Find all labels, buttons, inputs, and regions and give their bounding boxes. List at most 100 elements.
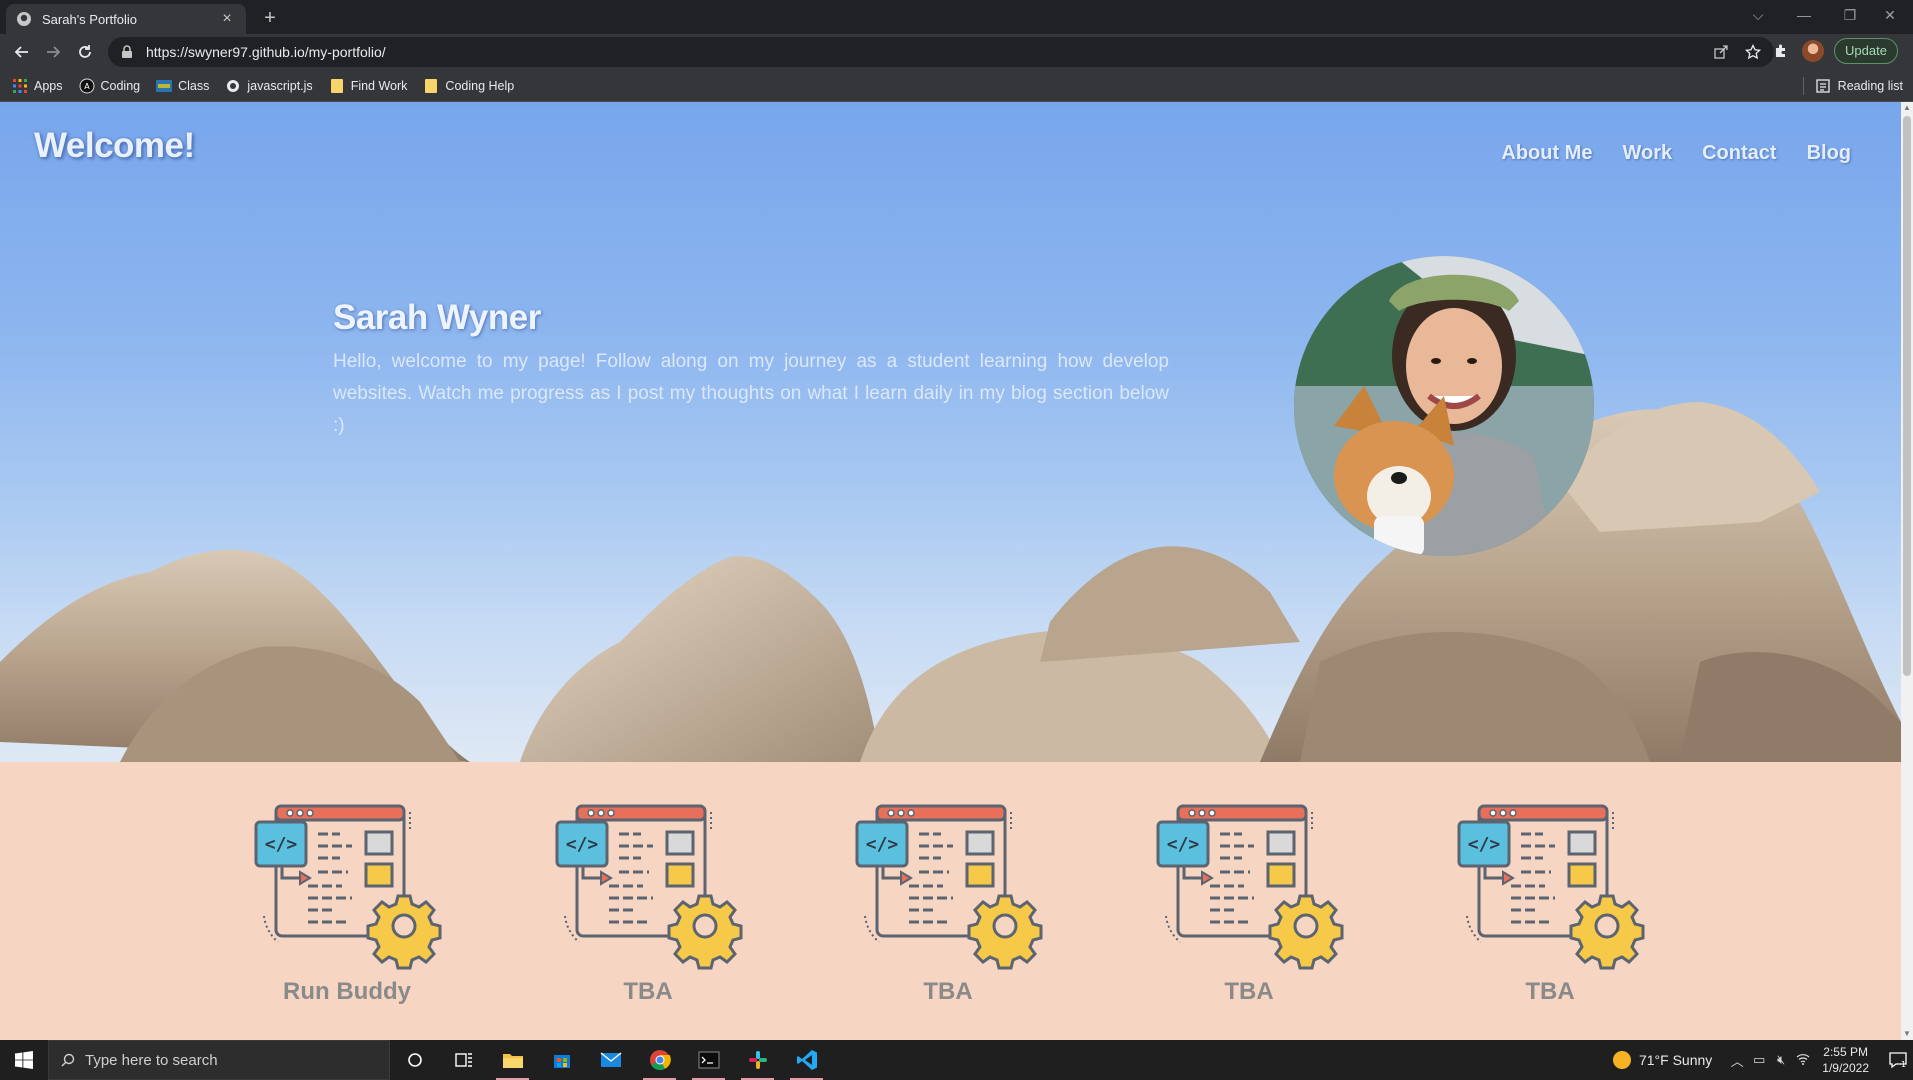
bookmark-find-work[interactable]: Find Work — [329, 78, 408, 94]
wifi-icon[interactable] — [1792, 1053, 1814, 1068]
clock[interactable]: 2:55 PM 1/9/2022 — [1822, 1044, 1869, 1076]
bookmark-coding[interactable]: A Coding — [79, 78, 140, 94]
apps-grid-icon — [12, 78, 28, 94]
nav-work[interactable]: Work — [1622, 142, 1672, 165]
web-development-icon: </> — [1156, 804, 1344, 970]
taskbar-search[interactable]: Type here to search — [48, 1040, 390, 1080]
project-title[interactable]: TBA — [843, 978, 1053, 1006]
slack-icon[interactable] — [733, 1040, 782, 1080]
weather-text: 71°F Sunny — [1638, 1052, 1713, 1068]
project-title[interactable]: TBA — [543, 978, 753, 1006]
url-text[interactable]: https://swyner97.github.io/my-portfolio/ — [146, 44, 1710, 60]
close-tab-icon[interactable]: × — [218, 10, 236, 28]
cortana-icon[interactable] — [390, 1040, 439, 1080]
bookmark-label: Class — [178, 78, 210, 93]
task-view-icon[interactable] — [439, 1040, 488, 1080]
bookmark-star-icon[interactable] — [1742, 41, 1764, 63]
nav-contact[interactable]: Contact — [1702, 142, 1776, 165]
project-title[interactable]: TBA — [1144, 978, 1354, 1006]
svg-text:A: A — [84, 82, 90, 91]
project-card[interactable]: </> TBA — [1144, 798, 1354, 1006]
tab-search-icon[interactable]: ⌵ — [1735, 0, 1781, 30]
bookmark-javascript[interactable]: javascript.js — [225, 78, 313, 94]
extensions-icon[interactable] — [1770, 40, 1792, 62]
web-development-icon: </> — [1457, 804, 1645, 970]
bookmark-label: Apps — [34, 78, 63, 93]
microsoft-store-icon[interactable] — [537, 1040, 586, 1080]
system-tray: 71°F Sunny ︿ ▭ 🔇︎ 2:55 PM 1/9/2022 1 — [1612, 1040, 1913, 1080]
reading-list-icon — [1816, 79, 1830, 93]
project-card[interactable]: </> Run Buddy — [242, 798, 452, 1006]
projects-section: </> Run Buddy </> TBA </> TBA </> TBA </… — [0, 762, 1901, 1040]
tab-title: Sarah's Portfolio — [42, 11, 137, 27]
intro-name: Sarah Wyner — [333, 298, 541, 337]
globe-icon — [225, 78, 241, 94]
back-icon[interactable] — [10, 40, 34, 64]
address-bar[interactable]: https://swyner97.github.io/my-portfolio/ — [108, 37, 1774, 67]
ucla-icon — [156, 78, 173, 94]
reading-list[interactable]: Reading list — [1802, 70, 1903, 102]
github-icon — [17, 12, 31, 26]
sun-icon — [1612, 1051, 1631, 1069]
lock-icon — [122, 45, 132, 58]
windows-start-icon[interactable] — [0, 1040, 48, 1080]
clock-time: 2:55 PM — [1823, 1045, 1868, 1059]
tab-strip: Sarah's Portfolio × + ⌵ — ❐ ✕ — [0, 0, 1913, 34]
svg-text:</>: </> — [566, 834, 599, 855]
new-tab-icon[interactable]: + — [258, 6, 282, 30]
share-icon[interactable] — [1710, 41, 1732, 63]
profile-photo — [1294, 256, 1594, 556]
windows-taskbar: Type here to search 71°F Sunny ︿ ▭ 🔇︎ 2:… — [0, 1040, 1913, 1080]
svg-text:</>: </> — [1167, 834, 1200, 855]
chevron-up-icon[interactable]: ︿ — [1726, 1051, 1748, 1070]
svg-text:</>: </> — [265, 834, 298, 855]
folder-icon — [423, 78, 439, 94]
bookmark-label: Find Work — [350, 78, 408, 93]
project-card[interactable]: </> TBA — [543, 798, 753, 1006]
page-viewport: Welcome! About Me Work Contact Blog Sara… — [0, 102, 1901, 1040]
meet-now-icon[interactable]: ▭ — [1748, 1052, 1770, 1068]
search-placeholder: Type here to search — [85, 1051, 218, 1069]
update-button[interactable]: Update — [1834, 38, 1898, 64]
terminal-icon[interactable] — [684, 1040, 733, 1080]
bookmark-coding-help[interactable]: Coding Help — [423, 78, 514, 94]
project-card[interactable]: </> TBA — [843, 798, 1053, 1006]
web-development-icon: </> — [254, 804, 442, 970]
close-window-icon[interactable]: ✕ — [1867, 0, 1913, 30]
scroll-down-icon[interactable]: ▼ — [1901, 1028, 1913, 1040]
scroll-up-icon[interactable]: ▲ — [1901, 102, 1913, 114]
coding-icon: A — [79, 78, 95, 94]
profile-avatar[interactable] — [1802, 40, 1824, 62]
browser-tab[interactable]: Sarah's Portfolio × — [6, 4, 246, 34]
vscode-icon[interactable] — [782, 1040, 831, 1080]
project-title[interactable]: TBA — [1445, 978, 1655, 1006]
site-nav: About Me Work Contact Blog — [1471, 142, 1851, 165]
minimize-icon[interactable]: — — [1781, 0, 1827, 30]
svg-text:1: 1 — [1901, 1060, 1906, 1069]
chrome-icon[interactable] — [635, 1040, 684, 1080]
divider — [1802, 77, 1804, 95]
weather-widget[interactable]: 71°F Sunny — [1612, 1051, 1713, 1069]
hero-section: Welcome! About Me Work Contact Blog Sara… — [0, 102, 1901, 762]
file-explorer-icon[interactable] — [488, 1040, 537, 1080]
reload-icon[interactable] — [73, 40, 97, 64]
site-brand[interactable]: Welcome! — [34, 126, 195, 166]
project-title[interactable]: Run Buddy — [242, 978, 452, 1006]
scrollbar-thumb[interactable] — [1903, 116, 1911, 676]
svg-text:</>: </> — [1468, 834, 1501, 855]
bookmark-label: Coding Help — [445, 78, 515, 93]
mail-icon[interactable] — [586, 1040, 635, 1080]
project-card[interactable]: </> TBA — [1445, 798, 1655, 1006]
reading-list-label: Reading list — [1837, 79, 1903, 93]
bookmark-apps[interactable]: Apps — [12, 78, 63, 94]
forward-icon[interactable] — [41, 40, 65, 64]
clock-date: 1/9/2022 — [1822, 1061, 1869, 1075]
notification-icon[interactable]: 1 — [1883, 1040, 1913, 1080]
intro-text: Hello, welcome to my page! Follow along … — [333, 351, 1169, 436]
web-development-icon: </> — [855, 804, 1043, 970]
nav-about-me[interactable]: About Me — [1501, 142, 1592, 165]
bookmark-class[interactable]: Class — [156, 78, 209, 94]
nav-blog[interactable]: Blog — [1807, 142, 1851, 165]
volume-muted-icon[interactable]: 🔇︎ — [1770, 1052, 1792, 1068]
page-scrollbar[interactable]: ▲ ▼ — [1901, 102, 1913, 1040]
